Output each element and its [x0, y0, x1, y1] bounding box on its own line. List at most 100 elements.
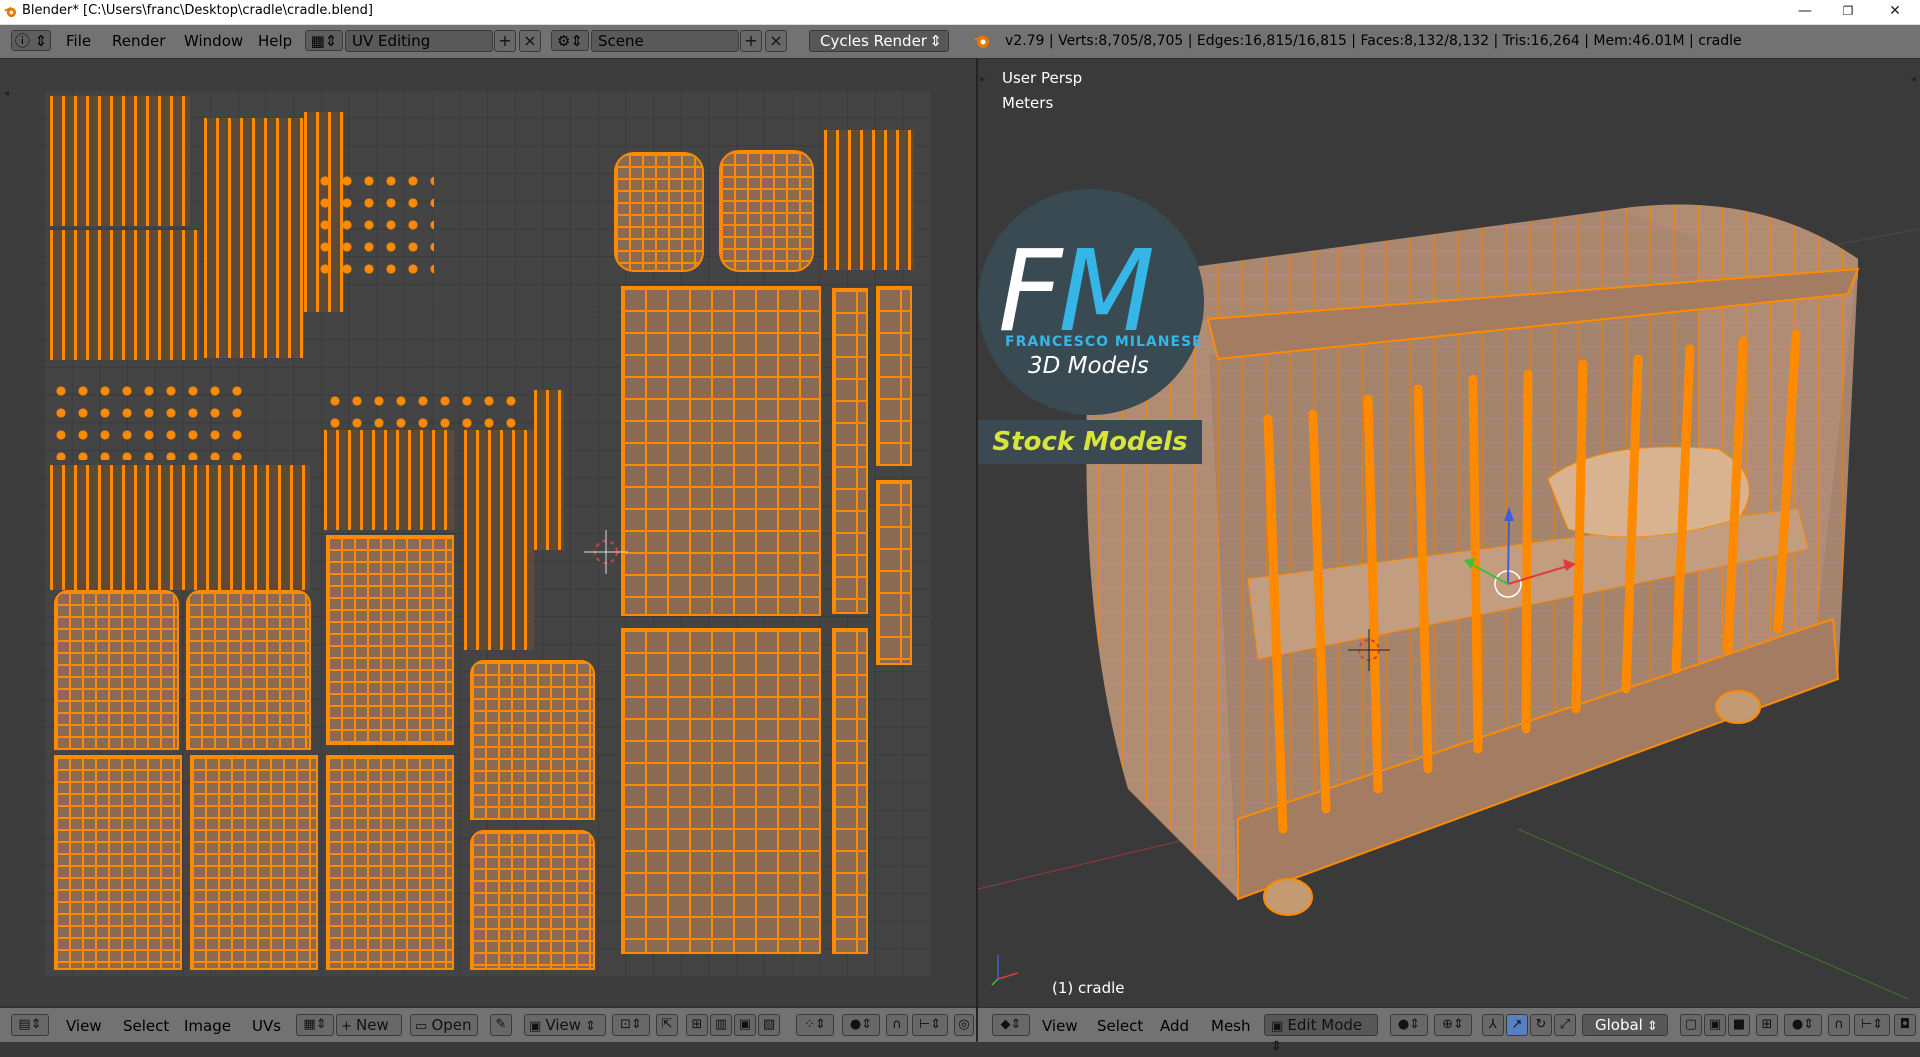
- overlay-button[interactable]: ◎: [954, 1014, 974, 1036]
- render-engine-dropdown[interactable]: Cycles Render ⇕: [809, 30, 949, 52]
- occlude-geometry-button[interactable]: ⊞: [1756, 1014, 1778, 1036]
- uv-island: [54, 755, 182, 970]
- window-titlebar: Blender* [C:\Users\franc\Desktop\cradle\…: [0, 0, 1920, 25]
- edit-mode-icon: ▣: [1271, 1019, 1284, 1034]
- screen-layout-selector[interactable]: ▦⇕: [305, 30, 343, 51]
- scene-field[interactable]: Scene: [591, 30, 739, 52]
- menu-render[interactable]: Render: [112, 32, 165, 50]
- 3d-menu-mesh[interactable]: Mesh: [1211, 1017, 1251, 1035]
- view-icon: ▣: [529, 1019, 542, 1034]
- view-mode-dropdown[interactable]: ▣ View ⇕: [524, 1014, 606, 1036]
- island-select-icon: ▧: [762, 1017, 776, 1032]
- editor-type-button[interactable]: ▤⇕: [11, 1014, 49, 1036]
- 3d-view-header: ◆⇕ View Select Add Mesh ▣ Edit Mode ⇕ ●⇕…: [978, 1007, 1920, 1054]
- region-toggle-icon[interactable]: ◂: [4, 88, 9, 99]
- sync-icon: ⇱: [661, 1017, 673, 1032]
- axis-gizmo-icon: [991, 955, 1019, 986]
- uv-island: [832, 288, 868, 614]
- sync-selection-button[interactable]: ⇱: [656, 1014, 678, 1036]
- pivot-icon: ⊕⇕: [1442, 1017, 1464, 1032]
- open-image-button[interactable]: ▭ Open: [410, 1014, 478, 1036]
- delete-layout-button[interactable]: ×: [519, 30, 541, 52]
- arrow-icon: ↗: [1511, 1017, 1523, 1032]
- uv-island: [614, 152, 704, 272]
- editor-type-info-button[interactable]: ⓘ ⇕: [11, 30, 51, 51]
- 3d-menu-select[interactable]: Select: [1097, 1017, 1143, 1035]
- rotate-manipulator-button[interactable]: ↻: [1530, 1014, 1552, 1036]
- snap-element-dropdown[interactable]: ⊢⇕: [912, 1014, 948, 1036]
- open-label: Open: [431, 1016, 472, 1034]
- pin-icon: ✎: [495, 1017, 507, 1032]
- uv-island: [50, 230, 200, 360]
- menu-file[interactable]: File: [66, 32, 91, 50]
- view-label: View: [545, 1016, 582, 1034]
- new-image-button[interactable]: + New: [336, 1014, 402, 1036]
- uv-island: [50, 465, 310, 590]
- uv-grid[interactable]: [44, 90, 930, 976]
- minimize-button[interactable]: —: [1782, 0, 1828, 24]
- add-scene-button[interactable]: +: [740, 30, 762, 52]
- camera-icon: ◘: [1899, 1017, 1911, 1032]
- uv-menu-select[interactable]: Select: [123, 1017, 169, 1035]
- mode-label: Edit Mode: [1287, 1016, 1363, 1034]
- uv-image-editor[interactable]: ◂: [0, 59, 976, 1005]
- close-button[interactable]: ✕: [1872, 0, 1918, 24]
- island-select-button[interactable]: ▧: [758, 1014, 780, 1036]
- rotate-icon: ↻: [1535, 1017, 1547, 1032]
- render-preview-button[interactable]: ◘: [1894, 1014, 1916, 1036]
- snap-element-dropdown[interactable]: ⊢⇕: [1854, 1014, 1890, 1036]
- uv-island: [326, 755, 454, 970]
- face-mode-icon: ■: [1732, 1017, 1746, 1032]
- sticky-mode-dropdown[interactable]: ⁘⇕: [796, 1014, 834, 1036]
- 3d-viewport[interactable]: ▸ ◂ User Persp Meters FM FRANCESCO MILAN…: [978, 59, 1920, 1005]
- viewport-shading-dropdown[interactable]: ●⇕: [1390, 1014, 1428, 1036]
- pivot-point-dropdown[interactable]: ⊕⇕: [1434, 1014, 1472, 1036]
- uv-island: [464, 430, 534, 650]
- uv-cursor-icon: [584, 530, 628, 574]
- menu-help[interactable]: Help: [258, 32, 292, 50]
- face-select-icon: ▣: [738, 1017, 752, 1032]
- uv-island: [876, 286, 912, 466]
- 3d-menu-add[interactable]: Add: [1160, 1017, 1189, 1035]
- 3d-menu-view[interactable]: View: [1042, 1017, 1078, 1035]
- manipulator-icon: ⅄: [1489, 1017, 1497, 1032]
- screen-layout-field[interactable]: UV Editing: [345, 30, 493, 52]
- proportional-icon: ●⇕: [1791, 1017, 1815, 1032]
- logo-name: FRANCESCO MILANESE: [1005, 334, 1203, 350]
- restore-button[interactable]: ❐: [1825, 0, 1871, 24]
- edge-select-button[interactable]: ▥: [710, 1014, 732, 1036]
- vertex-mode-icon: ▢: [1684, 1017, 1698, 1032]
- edge-select-mode-button[interactable]: ▣: [1704, 1014, 1726, 1036]
- uv-menu-uvs[interactable]: UVs: [252, 1017, 281, 1035]
- snap-toggle[interactable]: ∩: [1828, 1014, 1850, 1036]
- face-select-mode-button[interactable]: ■: [1728, 1014, 1750, 1036]
- menu-window[interactable]: Window: [184, 32, 243, 50]
- occlude-icon: ⊞: [1761, 1017, 1773, 1032]
- window-title: Blender* [C:\Users\franc\Desktop\cradle\…: [22, 3, 373, 18]
- face-select-button[interactable]: ▣: [734, 1014, 756, 1036]
- snap-toggle[interactable]: ∩: [886, 1014, 908, 1036]
- uv-menu-view[interactable]: View: [66, 1017, 102, 1035]
- pivot-dropdown[interactable]: ⊡⇕: [612, 1014, 650, 1036]
- vertex-select-mode-button[interactable]: ▢: [1680, 1014, 1702, 1036]
- interaction-mode-dropdown[interactable]: ▣ Edit Mode ⇕: [1264, 1014, 1378, 1054]
- translate-manipulator-button[interactable]: ↗: [1506, 1014, 1528, 1036]
- manipulator-toggle[interactable]: ⅄: [1482, 1014, 1504, 1036]
- uv-menu-image[interactable]: Image: [184, 1017, 231, 1035]
- x-icon: ×: [523, 31, 537, 50]
- proportional-edit-dropdown[interactable]: ●⇕: [842, 1014, 880, 1036]
- vertex-select-button[interactable]: ⊞: [686, 1014, 708, 1036]
- proportional-edit-dropdown[interactable]: ●⇕: [1784, 1014, 1822, 1036]
- image-browse-button[interactable]: ▦⇕: [296, 1014, 334, 1036]
- uv-island: [621, 628, 821, 954]
- add-layout-button[interactable]: +: [494, 30, 516, 52]
- pin-button[interactable]: ✎: [490, 1014, 512, 1036]
- image-icon: ▦⇕: [303, 1017, 327, 1032]
- scale-manipulator-button[interactable]: ⤢: [1554, 1014, 1576, 1036]
- transform-orientation-dropdown[interactable]: Global ⇕: [1582, 1014, 1668, 1036]
- delete-scene-button[interactable]: ×: [765, 30, 787, 52]
- vertex-select-icon: ⊞: [691, 1017, 703, 1032]
- scene-selector[interactable]: ⚙⇕: [551, 30, 589, 51]
- editor-type-button[interactable]: ◆⇕: [992, 1014, 1030, 1036]
- plus-icon: +: [498, 31, 512, 50]
